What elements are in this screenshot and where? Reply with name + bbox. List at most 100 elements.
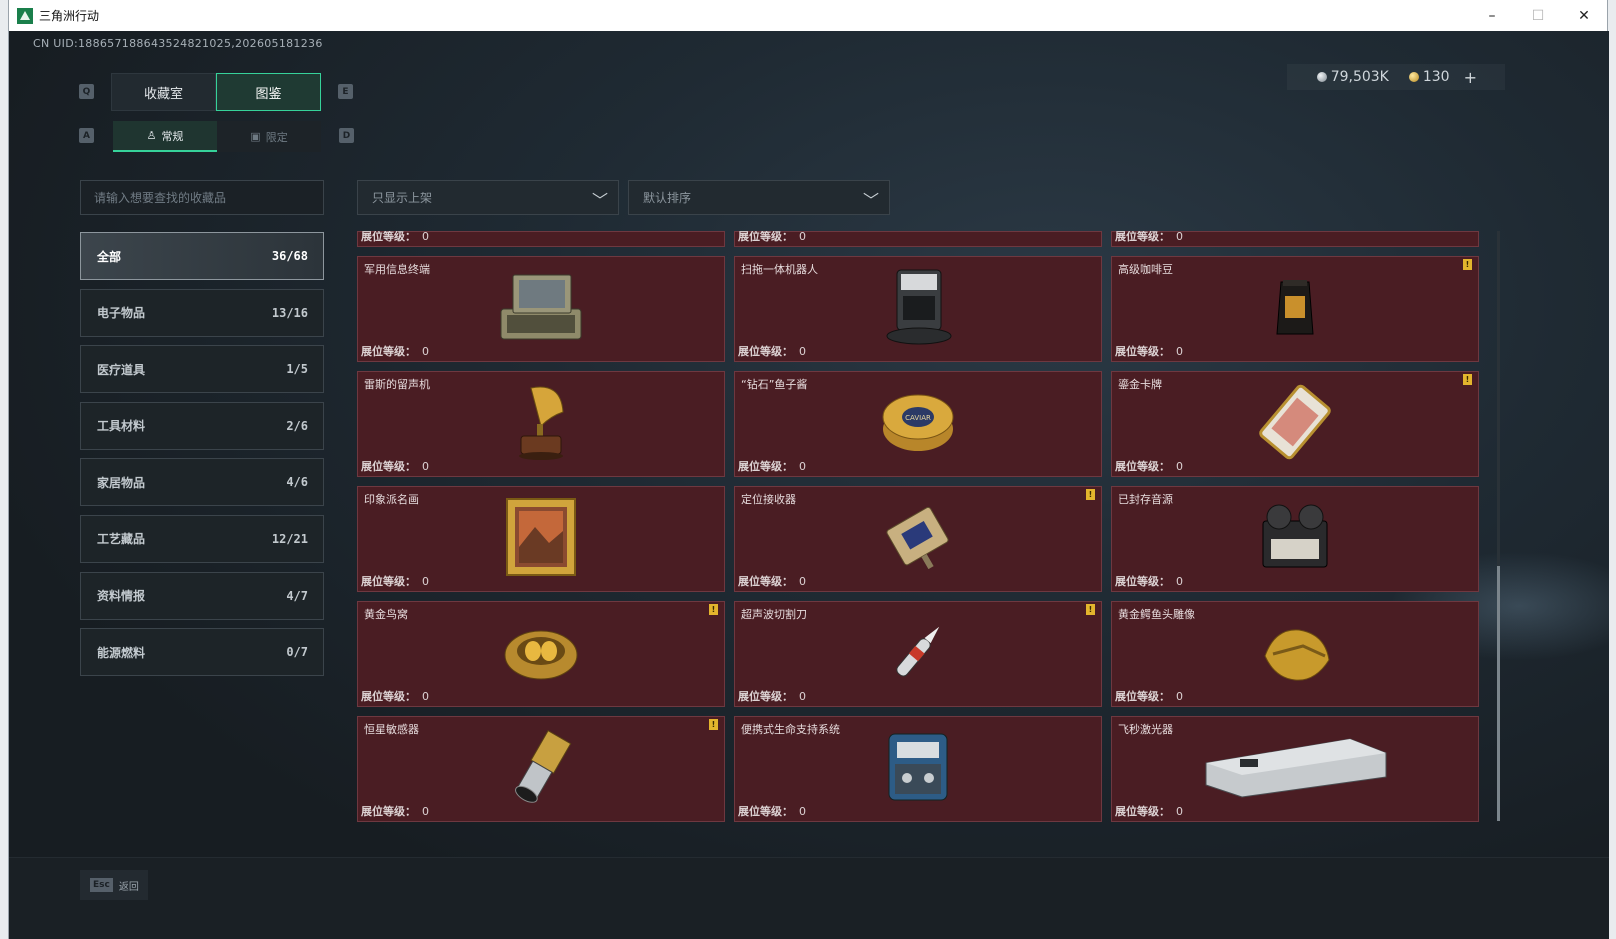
add-currency-button[interactable]: + bbox=[1464, 68, 1477, 87]
silver-currency: 79,503K bbox=[1316, 69, 1389, 85]
item-card-partial[interactable]: 展位等级： 0 bbox=[357, 231, 725, 247]
category-count: 13/16 bbox=[271, 305, 308, 320]
category-count: 36/68 bbox=[271, 249, 308, 263]
subtab-limited[interactable]: ▣ 限定 bbox=[217, 121, 321, 152]
category-intel[interactable]: 资料情报 4/7 bbox=[80, 571, 324, 620]
item-card[interactable]: 黄金鸟窝! 展位等级： 0 bbox=[357, 601, 725, 707]
category-label: 电子物品 bbox=[97, 306, 146, 321]
category-all[interactable]: 全部 36/68 bbox=[80, 232, 324, 280]
item-level: 展位等级： 0 bbox=[361, 460, 429, 473]
uid-label: CN UID:1886571886435248210​25,2026051812… bbox=[33, 37, 323, 50]
key-a-hint: A bbox=[79, 128, 94, 143]
item-level: 展位等级： 0 bbox=[738, 690, 806, 703]
item-card[interactable]: 飞秒激光器展位等级： 0 bbox=[1111, 716, 1479, 822]
category-count: 4/6 bbox=[286, 475, 308, 490]
item-level: 展位等级： 0 bbox=[361, 690, 429, 703]
item-name: 扫拖一体机器人 bbox=[741, 263, 818, 276]
shelf-filter-value: 只显示上架 bbox=[372, 191, 433, 205]
back-label: 返回 bbox=[118, 881, 139, 893]
gps-receiver-icon bbox=[879, 500, 957, 578]
tab-catalog[interactable]: 图鉴 bbox=[216, 73, 321, 111]
item-card[interactable]: 定位接收器! 展位等级： 0 bbox=[734, 486, 1102, 592]
item-card[interactable]: “钻石”鱼子酱 CAVIAR 展位等级： 0 bbox=[734, 371, 1102, 477]
key-d-hint: D bbox=[339, 128, 354, 143]
painting-icon bbox=[505, 497, 577, 581]
scrollbar-thumb[interactable] bbox=[1497, 566, 1500, 821]
subtab-regular-label: 常规 bbox=[161, 129, 184, 143]
category-count: 12/21 bbox=[271, 531, 308, 546]
item-grid: 展位等级： 0 展位等级： 0 展位等级： 0 军用信息终端 展位等级： 0 扫拖一体机器人… bbox=[357, 231, 1495, 851]
limited-icon: ▣ bbox=[250, 130, 261, 143]
item-row: 恒星敏感器! 展位等级： 0 便携式生命支持系统 展位等级： 0 飞秒激光器 展位等级： 0 bbox=[357, 716, 1481, 822]
tape-recorder-icon bbox=[1257, 501, 1333, 577]
new-badge-icon: ! bbox=[709, 719, 718, 730]
item-level: 展位等级： 0 bbox=[361, 575, 429, 588]
item-card[interactable]: 已封存音源 展位等级： 0 bbox=[1111, 486, 1479, 592]
item-card[interactable]: 印象派名画展位等级： 0 bbox=[357, 486, 725, 592]
category-count: 4/7 bbox=[286, 588, 308, 603]
item-card[interactable]: 鎏金卡牌! 展位等级： 0 bbox=[1111, 371, 1479, 477]
category-electronics[interactable]: 电子物品 13/16 bbox=[80, 288, 324, 337]
item-level: 展位等级： 0 bbox=[1115, 690, 1183, 703]
item-card[interactable]: 超声波切割刀! 展位等级： 0 bbox=[734, 601, 1102, 707]
new-badge-icon: ! bbox=[709, 604, 718, 615]
item-name: 黄金鳄鱼头雕像 bbox=[1118, 608, 1195, 621]
item-name: 鎏金卡牌 bbox=[1118, 378, 1162, 391]
subtab-limited-label: 限定 bbox=[265, 130, 288, 144]
item-card[interactable]: 军用信息终端 展位等级： 0 bbox=[357, 256, 725, 362]
golden-nest-icon bbox=[503, 621, 579, 687]
category-energy[interactable]: 能源燃料 0/7 bbox=[80, 628, 324, 677]
key-e-hint: E bbox=[338, 84, 353, 99]
svg-text:CAVIAR: CAVIAR bbox=[905, 414, 931, 422]
item-name: 黄金鸟窝 bbox=[364, 608, 408, 621]
new-badge-icon: ! bbox=[1463, 374, 1472, 385]
gold-amount: 130 bbox=[1422, 69, 1450, 85]
item-name: 印象派名画 bbox=[364, 493, 419, 506]
femto-laser-icon bbox=[1200, 733, 1390, 805]
close-button[interactable]: ✕ bbox=[1561, 0, 1607, 31]
new-badge-icon: ! bbox=[1086, 604, 1095, 615]
item-card[interactable]: 黄金鳄鱼头雕像 展位等级： 0 bbox=[1111, 601, 1479, 707]
gold-coin-icon bbox=[1408, 72, 1419, 82]
gold-currency: 130 bbox=[1408, 69, 1450, 85]
footer-bar: Esc 返回 bbox=[9, 857, 1609, 939]
item-level: 展位等级： 0 bbox=[1115, 231, 1183, 243]
maximize-button[interactable]: ☐ bbox=[1515, 0, 1561, 31]
item-card[interactable]: 高级咖啡豆! 展位等级： 0 bbox=[1111, 256, 1479, 362]
category-tools[interactable]: 工具材料 2/6 bbox=[80, 401, 324, 450]
category-crafts[interactable]: 工艺藏品 12/21 bbox=[80, 514, 324, 563]
tab-collection-room[interactable]: 收藏室 bbox=[111, 73, 216, 111]
item-level: 展位等级： 0 bbox=[361, 231, 429, 243]
item-level: 展位等级： 0 bbox=[1115, 805, 1183, 818]
item-card[interactable]: 扫拖一体机器人 展位等级： 0 bbox=[734, 256, 1102, 362]
shelf-filter-dropdown[interactable]: 只显示上架 ﹀ bbox=[357, 180, 619, 215]
item-card[interactable]: 便携式生命支持系统 展位等级： 0 bbox=[734, 716, 1102, 822]
subtab-regular[interactable]: ♙ 常规 bbox=[113, 121, 217, 152]
category-label: 能源燃料 bbox=[97, 645, 146, 660]
search-input[interactable]: 请输入想要查找的收藏品 bbox=[80, 180, 324, 215]
back-button[interactable]: Esc 返回 bbox=[80, 870, 148, 900]
category-household[interactable]: 家居物品 4/6 bbox=[80, 458, 324, 507]
item-name: 超声波切割刀 bbox=[741, 608, 807, 621]
currency-bar: 79,503K 130 + bbox=[1286, 64, 1505, 90]
item-card-partial[interactable]: 展位等级： 0 bbox=[734, 231, 1102, 247]
item-name: 飞秒激光器 bbox=[1118, 723, 1173, 736]
minimize-button[interactable]: – bbox=[1469, 0, 1515, 31]
main-tabs: 收藏室 图鉴 bbox=[111, 73, 321, 111]
item-level: 展位等级： 0 bbox=[738, 575, 806, 588]
item-name: 已封存音源 bbox=[1118, 493, 1173, 506]
app-logo-icon bbox=[17, 7, 33, 24]
key-q-hint: Q bbox=[79, 84, 94, 99]
item-name: “钻石”鱼子酱 bbox=[741, 378, 808, 391]
life-support-icon bbox=[883, 726, 953, 812]
item-card[interactable]: 恒星敏感器! 展位等级： 0 bbox=[357, 716, 725, 822]
new-badge-icon: ! bbox=[1463, 259, 1472, 270]
category-label: 工具材料 bbox=[97, 419, 146, 434]
game-viewport: CN UID:1886571886435248210​25,2026051812… bbox=[9, 31, 1609, 939]
category-medical[interactable]: 医疗道具 1/5 bbox=[80, 345, 324, 394]
item-card-partial[interactable]: 展位等级： 0 bbox=[1111, 231, 1479, 247]
item-card[interactable]: 雷斯的留声机 展位等级： 0 bbox=[357, 371, 725, 477]
esc-key-icon: Esc bbox=[90, 878, 113, 892]
item-level: 展位等级： 0 bbox=[738, 460, 806, 473]
sort-dropdown[interactable]: 默认排序 ﹀ bbox=[628, 180, 890, 215]
